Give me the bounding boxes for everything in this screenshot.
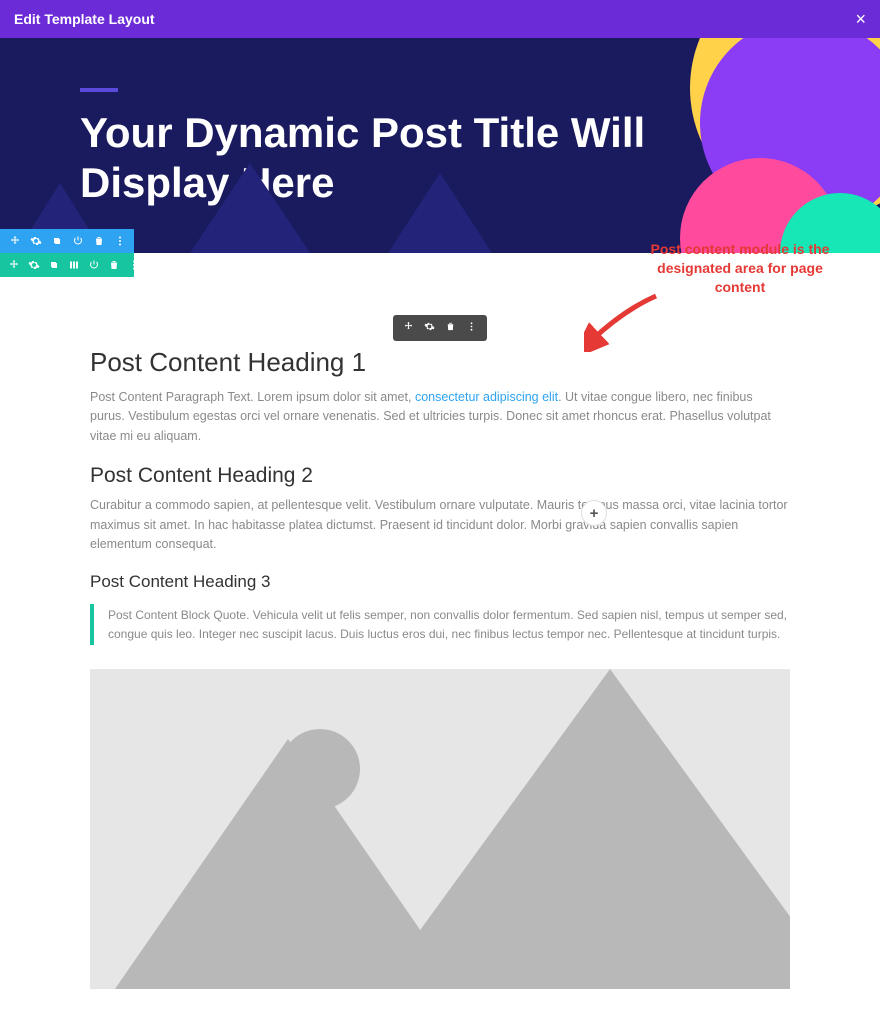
editor-title: Edit Template Layout <box>14 11 155 27</box>
content-blockquote: Post Content Block Quote. Vehicula velit… <box>90 604 790 645</box>
more-icon[interactable] <box>466 321 477 335</box>
gear-icon[interactable] <box>424 321 435 335</box>
more-icon[interactable] <box>128 258 140 272</box>
builder-toolbars <box>0 253 880 301</box>
add-module-button[interactable]: + <box>582 501 606 525</box>
close-icon[interactable]: × <box>855 9 866 30</box>
duplicate-icon[interactable] <box>48 258 60 272</box>
hero-title: Your Dynamic Post Title Will Display Her… <box>80 108 720 209</box>
main-area: + Post Content Heading 1 Post Content Pa… <box>0 301 880 1029</box>
hero-accent-rule <box>80 88 118 92</box>
power-icon[interactable] <box>88 258 100 272</box>
hero-section: Your Dynamic Post Title Will Display Her… <box>0 38 880 253</box>
trash-icon[interactable] <box>108 258 120 272</box>
row-toolbar[interactable] <box>0 253 134 277</box>
blockquote-text: Post Content Block Quote. Vehicula velit… <box>108 606 790 643</box>
p1-link[interactable]: consectetur adipiscing elit <box>415 390 558 404</box>
image-placeholder <box>90 669 790 989</box>
columns-icon[interactable] <box>68 258 80 272</box>
post-content-module[interactable]: Post Content Heading 1 Post Content Para… <box>90 301 790 989</box>
trash-icon[interactable] <box>445 321 456 335</box>
section-toolbar[interactable] <box>0 229 134 253</box>
move-icon[interactable] <box>8 258 20 272</box>
gear-icon[interactable] <box>29 234 42 248</box>
content-heading-2: Post Content Heading 2 <box>90 464 790 488</box>
gear-icon[interactable] <box>28 258 40 272</box>
content-heading-1: Post Content Heading 1 <box>90 347 790 378</box>
move-icon[interactable] <box>8 234 21 248</box>
trash-icon[interactable] <box>92 234 105 248</box>
editor-topbar: Edit Template Layout × <box>0 0 880 38</box>
duplicate-icon[interactable] <box>50 234 63 248</box>
content-paragraph-1: Post Content Paragraph Text. Lorem ipsum… <box>90 388 790 446</box>
content-paragraph-2: Curabitur a commodo sapien, at pellentes… <box>90 496 790 554</box>
module-toolbar[interactable] <box>393 315 487 341</box>
p1-text-before: Post Content Paragraph Text. Lorem ipsum… <box>90 390 415 404</box>
move-icon[interactable] <box>403 321 414 335</box>
power-icon[interactable] <box>71 234 84 248</box>
more-icon[interactable] <box>113 234 126 248</box>
content-heading-3: Post Content Heading 3 <box>90 572 790 592</box>
